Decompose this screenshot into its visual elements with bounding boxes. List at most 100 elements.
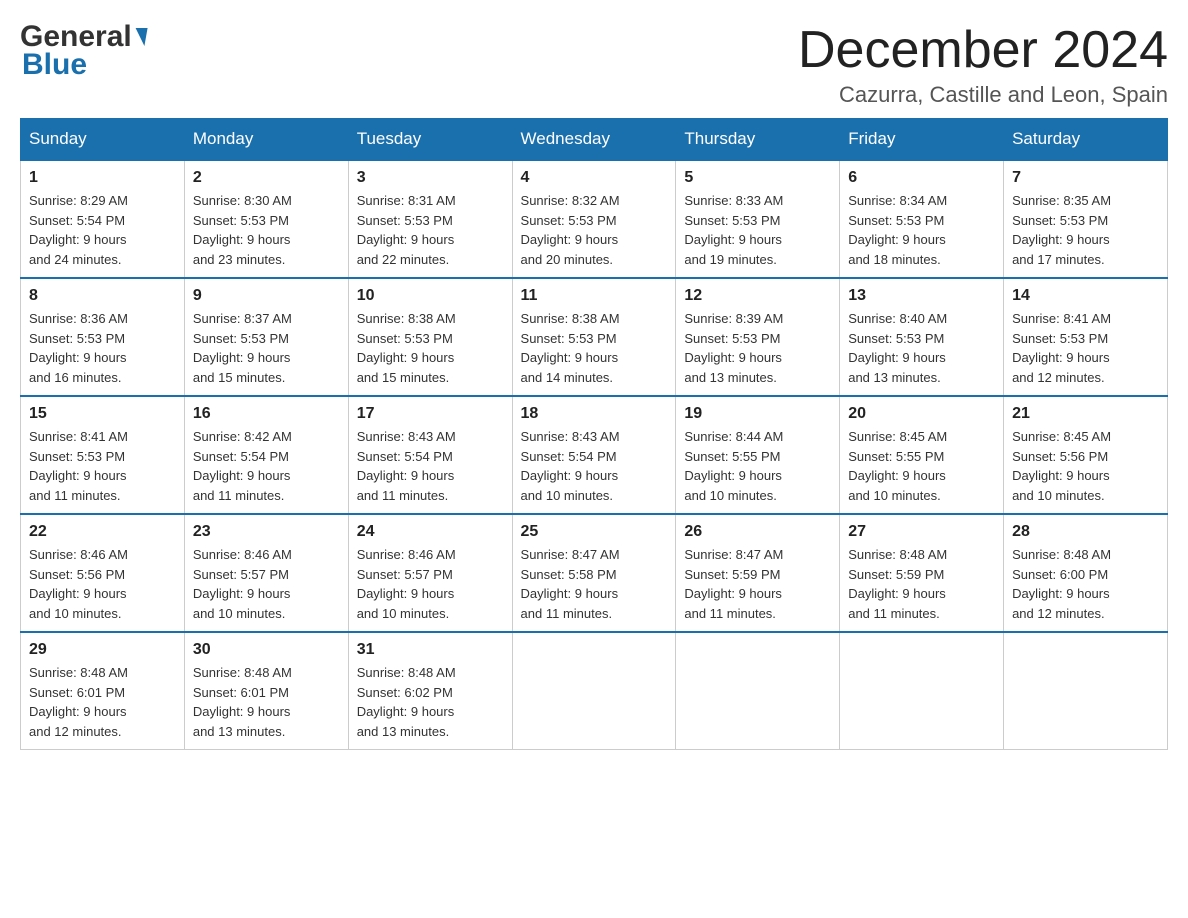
- day-info: Sunrise: 8:48 AMSunset: 6:00 PMDaylight:…: [1012, 545, 1159, 623]
- calendar-header: SundayMondayTuesdayWednesdayThursdayFrid…: [21, 119, 1168, 161]
- day-info: Sunrise: 8:36 AMSunset: 5:53 PMDaylight:…: [29, 309, 176, 387]
- day-info: Sunrise: 8:45 AMSunset: 5:55 PMDaylight:…: [848, 427, 995, 505]
- day-info: Sunrise: 8:44 AMSunset: 5:55 PMDaylight:…: [684, 427, 831, 505]
- day-info: Sunrise: 8:38 AMSunset: 5:53 PMDaylight:…: [357, 309, 504, 387]
- day-info: Sunrise: 8:48 AMSunset: 6:02 PMDaylight:…: [357, 663, 504, 741]
- day-info: Sunrise: 8:40 AMSunset: 5:53 PMDaylight:…: [848, 309, 995, 387]
- day-cell: 31 Sunrise: 8:48 AMSunset: 6:02 PMDayligh…: [348, 632, 512, 750]
- day-number: 8: [29, 287, 176, 305]
- day-cell: 8 Sunrise: 8:36 AMSunset: 5:53 PMDaylight…: [21, 278, 185, 396]
- day-info: Sunrise: 8:41 AMSunset: 5:53 PMDaylight:…: [1012, 309, 1159, 387]
- day-cell: 10 Sunrise: 8:38 AMSunset: 5:53 PMDayligh…: [348, 278, 512, 396]
- day-info: Sunrise: 8:38 AMSunset: 5:53 PMDaylight:…: [521, 309, 668, 387]
- day-cell: 18Sunrise: 8:43 AMSunset: 5:54 PMDayligh…: [512, 396, 676, 514]
- day-cell: 15 Sunrise: 8:41 AMSunset: 5:53 PMDayligh…: [21, 396, 185, 514]
- day-number: 29: [29, 641, 176, 659]
- day-info: Sunrise: 8:46 AMSunset: 5:57 PMDaylight:…: [193, 545, 340, 623]
- logo-line2: Blue: [20, 48, 146, 82]
- day-number: 20: [848, 405, 995, 423]
- day-cell: 17Sunrise: 8:43 AMSunset: 5:54 PMDayligh…: [348, 396, 512, 514]
- week-row-5: 29 Sunrise: 8:48 AMSunset: 6:01 PMDayligh…: [21, 632, 1168, 750]
- week-row-2: 8 Sunrise: 8:36 AMSunset: 5:53 PMDaylight…: [21, 278, 1168, 396]
- day-info: Sunrise: 8:48 AMSunset: 6:01 PMDaylight:…: [193, 663, 340, 741]
- day-number: 25: [521, 523, 668, 541]
- day-number: 28: [1012, 523, 1159, 541]
- day-number: 22: [29, 523, 176, 541]
- day-number: 23: [193, 523, 340, 541]
- day-cell: 27Sunrise: 8:48 AMSunset: 5:59 PMDayligh…: [840, 514, 1004, 632]
- day-info: Sunrise: 8:48 AMSunset: 6:01 PMDaylight:…: [29, 663, 176, 741]
- day-number: 30: [193, 641, 340, 659]
- day-number: 24: [357, 523, 504, 541]
- day-info: Sunrise: 8:47 AMSunset: 5:58 PMDaylight:…: [521, 545, 668, 623]
- day-number: 5: [684, 169, 831, 187]
- location-subtitle: Cazurra, Castille and Leon, Spain: [798, 82, 1168, 108]
- header-cell-tuesday: Tuesday: [348, 119, 512, 161]
- day-info: Sunrise: 8:41 AMSunset: 5:53 PMDaylight:…: [29, 427, 176, 505]
- day-cell: 28 Sunrise: 8:48 AMSunset: 6:00 PMDayligh…: [1004, 514, 1168, 632]
- day-number: 6: [848, 169, 995, 187]
- day-number: 31: [357, 641, 504, 659]
- day-cell: 25 Sunrise: 8:47 AMSunset: 5:58 PMDayligh…: [512, 514, 676, 632]
- header-cell-monday: Monday: [184, 119, 348, 161]
- day-number: 18: [521, 405, 668, 423]
- day-number: 26: [684, 523, 831, 541]
- day-cell: 2Sunrise: 8:30 AMSunset: 5:53 PMDaylight…: [184, 160, 348, 278]
- day-number: 15: [29, 405, 176, 423]
- day-cell: 5Sunrise: 8:33 AMSunset: 5:53 PMDaylight…: [676, 160, 840, 278]
- page-header: General Blue December 2024 Cazurra, Cast…: [20, 20, 1168, 108]
- day-number: 10: [357, 287, 504, 305]
- day-cell: 26 Sunrise: 8:47 AMSunset: 5:59 PMDayligh…: [676, 514, 840, 632]
- day-info: Sunrise: 8:43 AMSunset: 5:54 PMDaylight:…: [357, 427, 504, 505]
- week-row-4: 22Sunrise: 8:46 AMSunset: 5:56 PMDayligh…: [21, 514, 1168, 632]
- calendar-table: SundayMondayTuesdayWednesdayThursdayFrid…: [20, 118, 1168, 750]
- day-info: Sunrise: 8:42 AMSunset: 5:54 PMDaylight:…: [193, 427, 340, 505]
- day-cell: 6 Sunrise: 8:34 AMSunset: 5:53 PMDaylight…: [840, 160, 1004, 278]
- day-cell: 16Sunrise: 8:42 AMSunset: 5:54 PMDayligh…: [184, 396, 348, 514]
- day-info: Sunrise: 8:32 AMSunset: 5:53 PMDaylight:…: [521, 191, 668, 269]
- day-info: Sunrise: 8:45 AMSunset: 5:56 PMDaylight:…: [1012, 427, 1159, 505]
- day-cell: 20 Sunrise: 8:45 AMSunset: 5:55 PMDayligh…: [840, 396, 1004, 514]
- day-number: 1: [29, 169, 176, 187]
- day-cell: [512, 632, 676, 750]
- header-cell-friday: Friday: [840, 119, 1004, 161]
- calendar-body: 1 Sunrise: 8:29 AMSunset: 5:54 PMDaylight…: [21, 160, 1168, 750]
- day-info: Sunrise: 8:48 AMSunset: 5:59 PMDaylight:…: [848, 545, 995, 623]
- day-cell: [840, 632, 1004, 750]
- week-row-1: 1 Sunrise: 8:29 AMSunset: 5:54 PMDaylight…: [21, 160, 1168, 278]
- day-info: Sunrise: 8:34 AMSunset: 5:53 PMDaylight:…: [848, 191, 995, 269]
- day-cell: 24 Sunrise: 8:46 AMSunset: 5:57 PMDayligh…: [348, 514, 512, 632]
- day-cell: 9 Sunrise: 8:37 AMSunset: 5:53 PMDaylight…: [184, 278, 348, 396]
- day-number: 14: [1012, 287, 1159, 305]
- week-row-3: 15 Sunrise: 8:41 AMSunset: 5:53 PMDayligh…: [21, 396, 1168, 514]
- day-number: 9: [193, 287, 340, 305]
- day-cell: 4 Sunrise: 8:32 AMSunset: 5:53 PMDaylight…: [512, 160, 676, 278]
- header-cell-saturday: Saturday: [1004, 119, 1168, 161]
- day-cell: 29 Sunrise: 8:48 AMSunset: 6:01 PMDayligh…: [21, 632, 185, 750]
- logo: General Blue: [20, 20, 146, 82]
- day-info: Sunrise: 8:39 AMSunset: 5:53 PMDaylight:…: [684, 309, 831, 387]
- day-number: 12: [684, 287, 831, 305]
- day-cell: 13 Sunrise: 8:40 AMSunset: 5:53 PMDayligh…: [840, 278, 1004, 396]
- day-info: Sunrise: 8:29 AMSunset: 5:54 PMDaylight:…: [29, 191, 176, 269]
- day-info: Sunrise: 8:31 AMSunset: 5:53 PMDaylight:…: [357, 191, 504, 269]
- logo-arrow-icon: [132, 28, 147, 46]
- day-cell: 19 Sunrise: 8:44 AMSunset: 5:55 PMDayligh…: [676, 396, 840, 514]
- day-cell: [1004, 632, 1168, 750]
- day-number: 7: [1012, 169, 1159, 187]
- header-cell-sunday: Sunday: [21, 119, 185, 161]
- day-info: Sunrise: 8:46 AMSunset: 5:57 PMDaylight:…: [357, 545, 504, 623]
- day-info: Sunrise: 8:37 AMSunset: 5:53 PMDaylight:…: [193, 309, 340, 387]
- header-cell-wednesday: Wednesday: [512, 119, 676, 161]
- day-cell: 7 Sunrise: 8:35 AMSunset: 5:53 PMDaylight…: [1004, 160, 1168, 278]
- day-info: Sunrise: 8:47 AMSunset: 5:59 PMDaylight:…: [684, 545, 831, 623]
- day-cell: 12 Sunrise: 8:39 AMSunset: 5:53 PMDayligh…: [676, 278, 840, 396]
- day-number: 19: [684, 405, 831, 423]
- day-cell: 11Sunrise: 8:38 AMSunset: 5:53 PMDayligh…: [512, 278, 676, 396]
- day-cell: 22Sunrise: 8:46 AMSunset: 5:56 PMDayligh…: [21, 514, 185, 632]
- day-number: 21: [1012, 405, 1159, 423]
- day-number: 2: [193, 169, 340, 187]
- day-number: 4: [521, 169, 668, 187]
- day-number: 13: [848, 287, 995, 305]
- day-info: Sunrise: 8:35 AMSunset: 5:53 PMDaylight:…: [1012, 191, 1159, 269]
